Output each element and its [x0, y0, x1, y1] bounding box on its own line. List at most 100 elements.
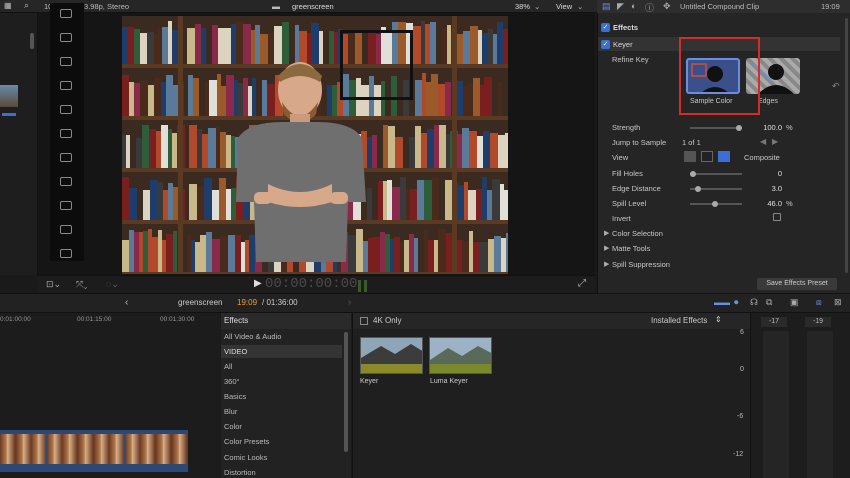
- book-spine: [193, 78, 199, 116]
- spill-level-slider[interactable]: [690, 201, 742, 207]
- 4k-only-checkbox[interactable]: [360, 317, 368, 325]
- timeline-clip[interactable]: [0, 430, 188, 472]
- spill-suppression-group[interactable]: Spill Suppression: [612, 260, 670, 269]
- matte-tools-group[interactable]: Matte Tools: [612, 244, 650, 253]
- book-spine: [439, 125, 446, 168]
- meter-bar-right: [807, 331, 833, 478]
- category-item[interactable]: Color Presets: [224, 437, 269, 446]
- sample-color-box[interactable]: [340, 30, 413, 100]
- view-mode-value: Composite: [744, 153, 780, 162]
- category-item[interactable]: Color: [224, 422, 242, 431]
- grid-icon[interactable]: ▦: [4, 1, 12, 10]
- chevron-down-icon[interactable]: ⌄: [534, 2, 540, 11]
- meter-scale-label: -12: [733, 451, 744, 458]
- book-spine: [187, 28, 195, 64]
- edge-distance-value[interactable]: 3.0: [748, 184, 782, 193]
- audio-icon[interactable]: ◤: [617, 1, 624, 12]
- strength-value[interactable]: 100.0: [748, 123, 782, 132]
- speed-tool-icon[interactable]: ◌⌄: [106, 279, 119, 290]
- category-item[interactable]: Blur: [224, 407, 237, 416]
- fullscreen-icon[interactable]: ⤢: [578, 278, 586, 289]
- inspector-time: 19:09: [821, 2, 840, 11]
- chevron-down-icon[interactable]: ⌄: [577, 2, 583, 11]
- snapping-icon[interactable]: ⧉: [766, 297, 772, 308]
- clip-thumbnail[interactable]: [0, 85, 18, 107]
- browser-toggle-icon[interactable]: ⧈: [816, 297, 822, 308]
- luma-keyer-effect-thumbnail[interactable]: [429, 337, 492, 374]
- book-spine: [126, 135, 130, 168]
- book-spine: [208, 128, 216, 168]
- browser-panel: [0, 13, 38, 275]
- category-item[interactable]: Comic Looks: [224, 453, 267, 462]
- audio-meter-panel: -17 -19: [750, 313, 850, 478]
- next-sample-icon[interactable]: ▶: [772, 137, 778, 146]
- clip-frame: [31, 434, 47, 464]
- view-composite-icon[interactable]: [718, 151, 730, 162]
- category-item[interactable]: VIDEO: [224, 347, 247, 356]
- category-scrollbar[interactable]: [344, 332, 348, 452]
- edge-distance-label: Edge Distance: [612, 184, 661, 193]
- shelf-post: [452, 16, 457, 274]
- fill-holes-slider[interactable]: [690, 171, 742, 177]
- view-source-icon[interactable]: [684, 151, 696, 162]
- book-spine: [414, 238, 418, 272]
- transform-tool-icon[interactable]: ⊡⌄: [46, 279, 61, 290]
- fill-holes-label: Fill Holes: [612, 169, 643, 178]
- play-button[interactable]: ▶: [254, 278, 262, 289]
- meter-bar-left: [763, 331, 789, 478]
- transitions-icon[interactable]: ⊠: [834, 297, 842, 308]
- edge-distance-slider[interactable]: [690, 186, 742, 192]
- refine-key-label: Refine Key: [612, 55, 649, 64]
- book-spine: [498, 82, 502, 116]
- book-spine: [438, 84, 445, 116]
- audio-waveform-icon[interactable]: ▬▬: [714, 298, 730, 307]
- color-selection-group[interactable]: Color Selection: [612, 229, 663, 238]
- edges-label: Edges: [758, 98, 778, 105]
- book-spine: [166, 75, 173, 116]
- category-item[interactable]: All Video & Audio: [224, 332, 281, 341]
- forward-icon[interactable]: ›: [348, 297, 351, 308]
- invert-checkbox[interactable]: [773, 213, 781, 221]
- category-item[interactable]: Distortion: [224, 468, 256, 477]
- film-icon[interactable]: ▤: [602, 1, 611, 12]
- scrollbar[interactable]: [30, 33, 34, 49]
- keyer-checkbox[interactable]: ✓: [601, 40, 610, 49]
- book-spine: [173, 231, 177, 272]
- disclosure-icon[interactable]: ▶: [604, 229, 609, 237]
- inspector-scrollbar[interactable]: [845, 18, 848, 273]
- fill-holes-value[interactable]: 0: [748, 169, 782, 178]
- category-item[interactable]: All: [224, 362, 232, 371]
- category-item[interactable]: Basics: [224, 392, 246, 401]
- inspector-toggle-icon[interactable]: ▣: [790, 297, 799, 308]
- headphones-icon[interactable]: ☊: [750, 297, 758, 308]
- transform-icon[interactable]: ✥: [663, 1, 671, 12]
- color-icon[interactable]: ◐: [631, 1, 636, 11]
- jump-to-sample-label: Jump to Sample: [612, 138, 667, 147]
- book-spine: [189, 184, 197, 220]
- search-icon[interactable]: ⌕: [24, 0, 29, 11]
- book-spine: [506, 233, 508, 272]
- zoom-dropdown[interactable]: 38%: [515, 2, 530, 11]
- effects-checkbox[interactable]: ✓: [601, 23, 610, 32]
- book-spine: [392, 187, 400, 220]
- reset-icon[interactable]: ↶: [832, 81, 840, 92]
- back-icon[interactable]: ‹: [125, 297, 128, 308]
- view-menu[interactable]: View: [556, 2, 572, 11]
- spill-level-value[interactable]: 46.0: [748, 199, 782, 208]
- view-matte-icon[interactable]: [701, 151, 713, 162]
- book-spine: [469, 131, 477, 168]
- prev-sample-icon[interactable]: ◀: [760, 137, 766, 146]
- installed-effects-dropdown[interactable]: Installed Effects: [651, 316, 707, 325]
- crop-tool-icon[interactable]: ⤧⌄: [76, 279, 87, 290]
- clip-frame: [140, 434, 156, 464]
- disclosure-icon[interactable]: ▶: [604, 244, 609, 252]
- chevron-updown-icon[interactable]: ⇕: [715, 315, 722, 324]
- category-item[interactable]: 360°: [224, 377, 240, 386]
- book-spine: [212, 190, 219, 220]
- save-effects-preset-button[interactable]: Save Effects Preset: [757, 278, 837, 290]
- clip-appearance-icon[interactable]: ⏺: [734, 297, 739, 308]
- strength-slider[interactable]: [690, 125, 742, 131]
- landscape-image: [361, 338, 422, 373]
- disclosure-icon[interactable]: ▶: [604, 260, 609, 268]
- keyer-effect-thumbnail[interactable]: [360, 337, 423, 374]
